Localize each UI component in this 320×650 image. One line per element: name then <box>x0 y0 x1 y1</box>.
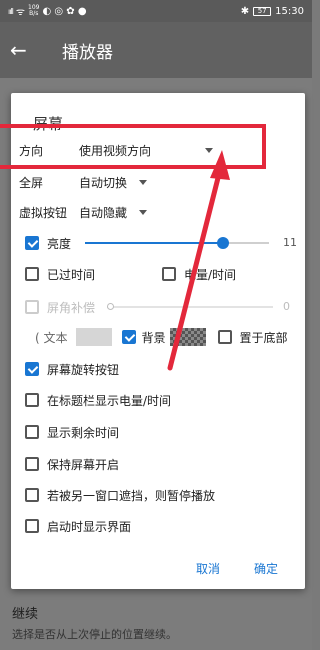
annotation-arrow-icon <box>167 150 230 371</box>
